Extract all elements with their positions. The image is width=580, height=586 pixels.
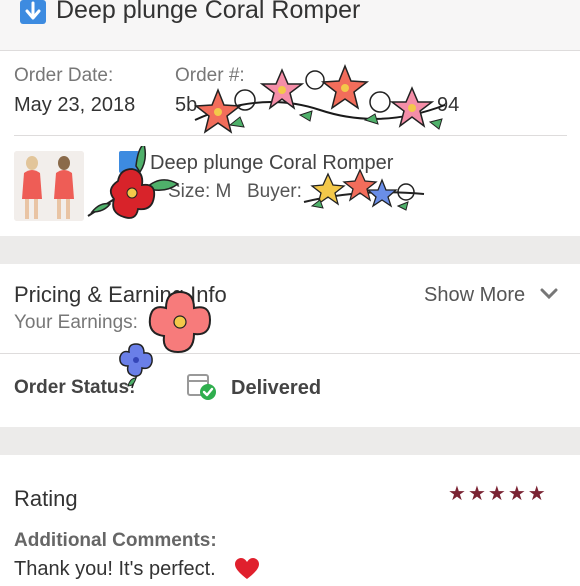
rating-stars: ★★★★★	[448, 481, 548, 506]
page-title: Deep plunge Coral Romper	[56, 0, 361, 24]
star-icon: ★	[507, 483, 528, 505]
delivered-box-icon	[186, 372, 220, 407]
heart-icon	[234, 557, 260, 586]
star-icon: ★	[467, 483, 488, 505]
section-separator	[0, 236, 580, 264]
section-separator	[0, 427, 580, 455]
star-icon: ★	[487, 483, 508, 505]
show-more-button[interactable]: Show More	[424, 284, 525, 307]
item-size: Size: M	[168, 181, 232, 202]
divider	[14, 135, 567, 136]
order-number-label: Order #:	[175, 65, 245, 86]
divider	[0, 353, 580, 354]
flower-sticker	[303, 168, 425, 211]
down-arrow-icon	[119, 151, 139, 173]
chevron-down-icon[interactable]	[540, 285, 558, 308]
comments-text: Thank you! It's perfect.	[14, 558, 216, 580]
item-thumbnail[interactable]	[14, 151, 84, 221]
order-date-value: May 23, 2018	[14, 94, 136, 116]
item-buyer-label: Buyer:	[247, 181, 302, 202]
earnings-label: Your Earnings:	[14, 312, 138, 333]
star-icon: ★	[527, 483, 548, 505]
order-date-label: Order Date:	[14, 65, 114, 86]
order-status-label: Order Status:	[14, 377, 136, 398]
order-number-prefix: 5b	[175, 94, 198, 116]
rating-title: Rating	[14, 486, 78, 511]
order-number-suffix: 94	[437, 94, 460, 116]
item-title[interactable]: Deep plunge Coral Romper	[150, 152, 393, 175]
comments-label: Additional Comments:	[14, 530, 217, 551]
star-icon: ★	[448, 483, 468, 505]
pricing-title: Pricing & Earning Info	[14, 282, 227, 307]
order-status-value: Delivered	[231, 377, 322, 399]
down-arrow-icon	[20, 0, 46, 24]
